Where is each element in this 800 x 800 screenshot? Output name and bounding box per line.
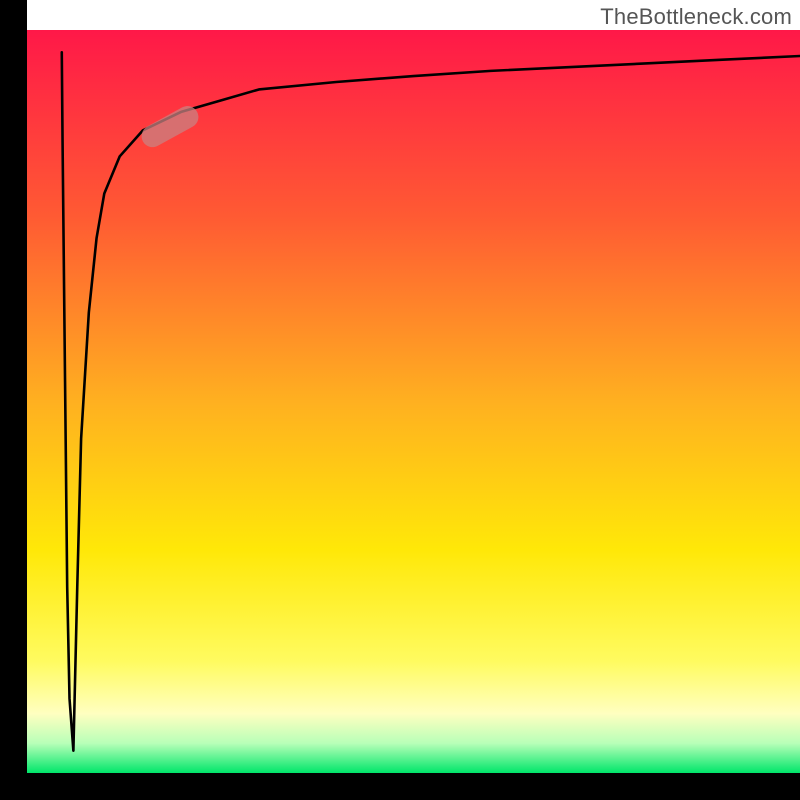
watermark-text: TheBottleneck.com (600, 4, 792, 30)
bottleneck-chart (0, 0, 800, 800)
left-axis (0, 0, 27, 800)
plot-background (27, 30, 800, 773)
bottom-axis (0, 773, 800, 800)
